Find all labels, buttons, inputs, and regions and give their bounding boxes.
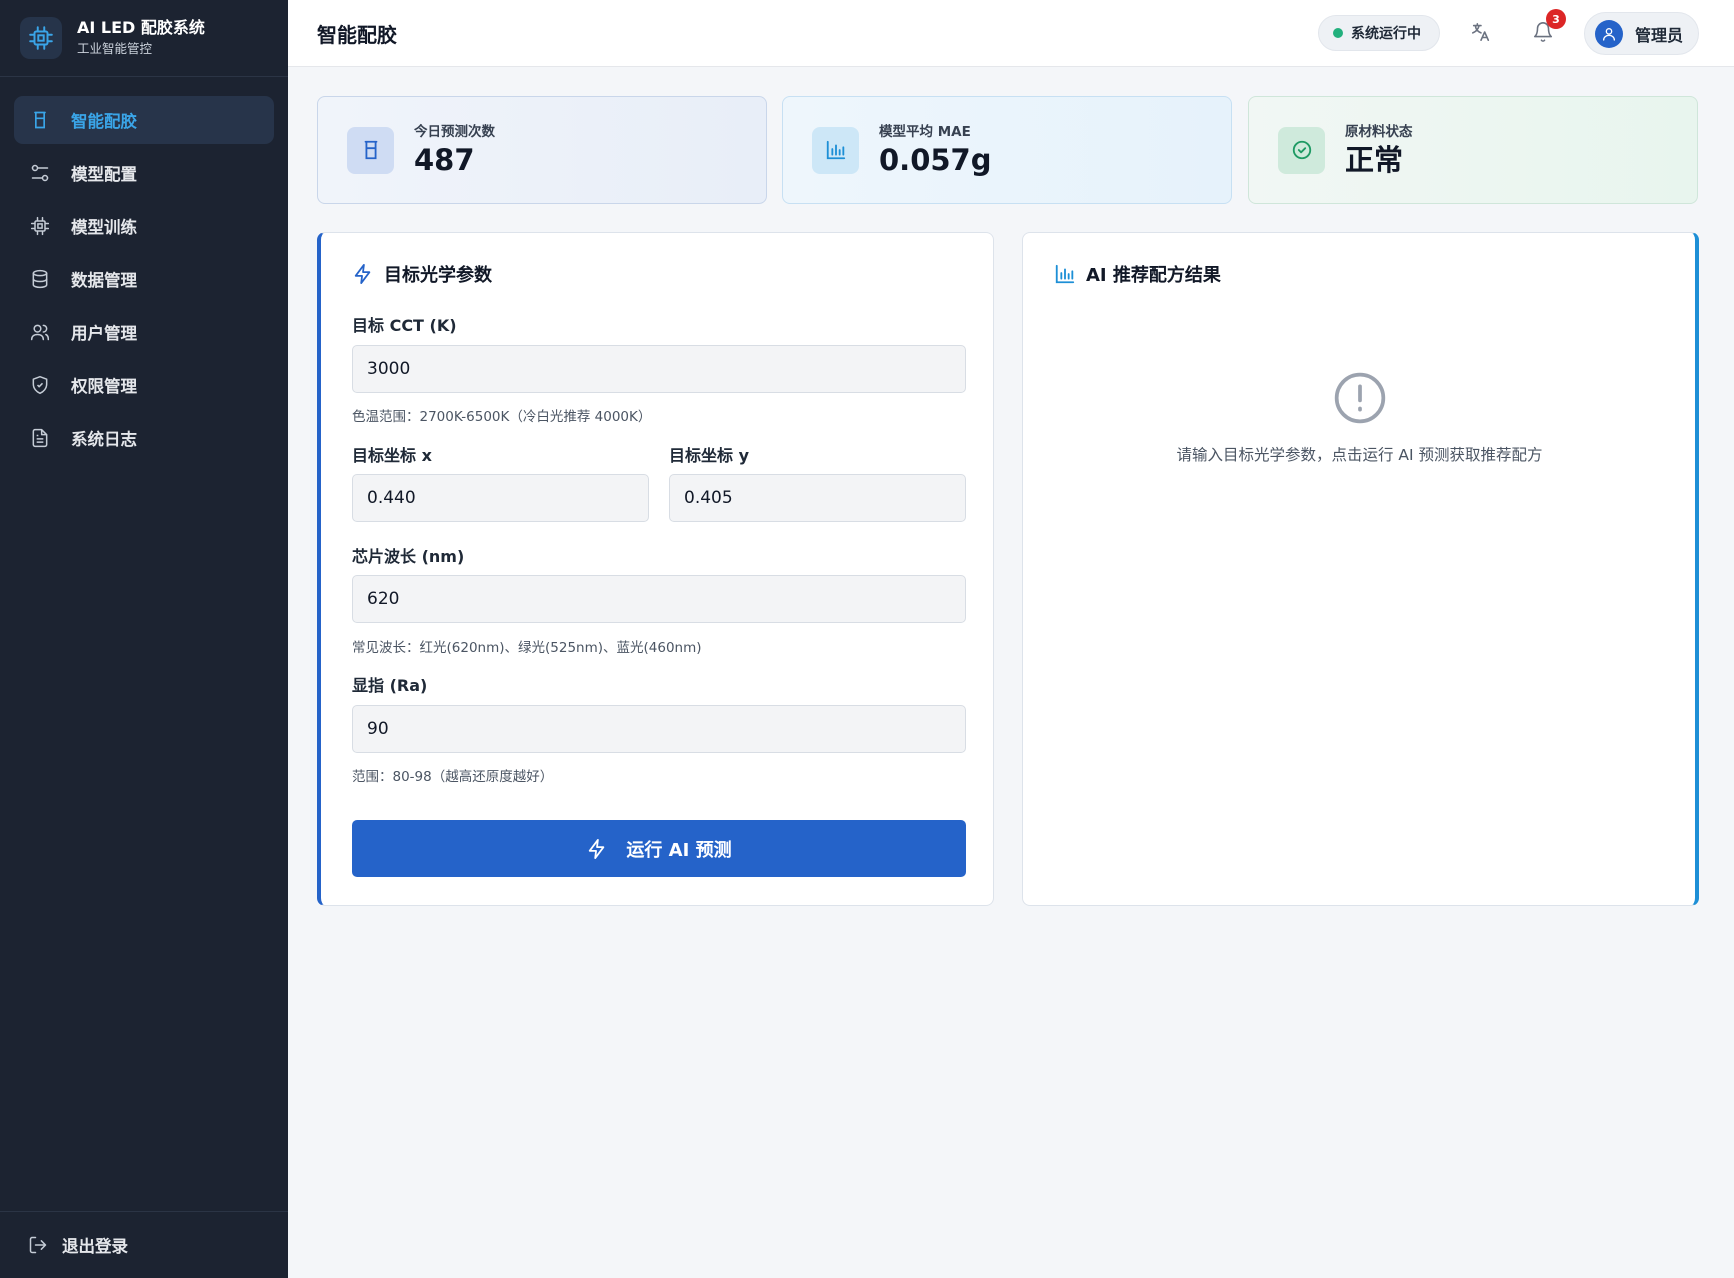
wavelength-label: 芯片波长 (nm): [352, 547, 465, 566]
cct-label: 目标 CCT (K): [352, 316, 457, 335]
sliders-icon: [29, 162, 51, 184]
sidebar: AI LED 配胶系统 工业智能管控 智能配胶 模型配置 模型训练 数据管理 用…: [0, 0, 288, 1278]
stat-value: 487: [414, 142, 475, 177]
sidebar-item-system-log[interactable]: 系统日志: [14, 414, 274, 462]
cct-hint: 色温范围：2700K-6500K（冷白光推荐 4000K）: [352, 409, 652, 425]
panel-title: AI 推荐配方结果: [1054, 261, 1221, 287]
beaker-icon: [29, 109, 51, 131]
optical-params-panel: 目标光学参数 目标 CCT (K) 色温范围：2700K-6500K（冷白光推荐…: [317, 232, 994, 906]
wavelength-hint: 常见波长：红光(620nm)、绿光(525nm)、蓝光(460nm): [352, 640, 702, 656]
ra-input[interactable]: [352, 705, 966, 753]
sidebar-item-smart-dispensing[interactable]: 智能配胶: [14, 96, 274, 144]
file-text-icon: [29, 427, 51, 449]
logout-label: 退出登录: [62, 1237, 128, 1256]
sidebar-item-label: 模型配置: [71, 165, 137, 184]
panel-title: 目标光学参数: [352, 261, 492, 287]
stat-value: 正常: [1345, 142, 1404, 177]
stat-label: 原材料状态: [1345, 123, 1413, 140]
brand-title: AI LED 配胶系统: [77, 18, 205, 37]
sidebar-item-label: 系统日志: [71, 430, 137, 449]
run-ai-prediction-button[interactable]: 运行 AI 预测: [352, 820, 966, 877]
run-button-label: 运行 AI 预测: [626, 839, 732, 861]
logout-icon: [28, 1235, 48, 1255]
brand: AI LED 配胶系统 工业智能管控: [0, 0, 288, 77]
ra-label: 显指 (Ra): [352, 676, 428, 695]
stat-label: 模型平均 MAE: [879, 123, 971, 140]
database-icon: [29, 268, 51, 290]
sidebar-item-permission-management[interactable]: 权限管理: [14, 361, 274, 409]
cct-input[interactable]: [352, 345, 966, 393]
user-avatar-icon: [1595, 19, 1623, 48]
sidebar-item-label: 用户管理: [71, 324, 137, 343]
alert-circle-icon: [1332, 370, 1388, 426]
coord-x-label: 目标坐标 x: [352, 446, 432, 465]
sidebar-item-label: 权限管理: [71, 377, 137, 396]
sidebar-item-label: 智能配胶: [71, 112, 137, 131]
panel-title-text: 目标光学参数: [384, 265, 492, 286]
sidebar-item-label: 模型训练: [71, 218, 137, 237]
lightning-icon: [352, 263, 374, 285]
notification-badge: 3: [1546, 9, 1566, 29]
beaker-icon: [347, 126, 394, 174]
stat-card-mae: 模型平均 MAE 0.057g: [782, 96, 1232, 204]
system-status-badge: 系统运行中: [1318, 15, 1440, 51]
shield-icon: [29, 374, 51, 396]
bar-chart-icon: [812, 126, 859, 174]
status-text: 系统运行中: [1351, 26, 1421, 42]
user-name: 管理员: [1635, 25, 1684, 45]
sidebar-item-data-management[interactable]: 数据管理: [14, 255, 274, 303]
top-header: 智能配胶 系统运行中 3 管理员: [288, 0, 1734, 67]
check-circle-icon: [1278, 126, 1325, 174]
users-icon: [29, 321, 51, 343]
ra-hint: 范围：80-98（越高还原度越好）: [352, 769, 554, 785]
user-menu[interactable]: 管理员: [1584, 12, 1699, 55]
sidebar-item-model-config[interactable]: 模型配置: [14, 149, 274, 197]
coord-y-input[interactable]: [669, 474, 966, 522]
wavelength-input[interactable]: [352, 575, 966, 623]
sidebar-item-user-management[interactable]: 用户管理: [14, 308, 274, 356]
stat-label: 今日预测次数: [414, 123, 495, 140]
cpu-icon: [29, 215, 51, 237]
lightning-icon: [586, 838, 608, 860]
empty-state-message: 请输入目标光学参数，点击运行 AI 预测获取推荐配方: [1176, 446, 1543, 464]
page-title: 智能配胶: [317, 22, 397, 47]
panel-title-text: AI 推荐配方结果: [1086, 265, 1221, 286]
cpu-icon: [20, 17, 62, 59]
sidebar-nav: 智能配胶 模型配置 模型训练 数据管理 用户管理 权限管理 系统日志: [0, 77, 288, 462]
sidebar-item-model-training[interactable]: 模型训练: [14, 202, 274, 250]
translate-icon[interactable]: [1470, 21, 1494, 45]
bar-chart-icon: [1054, 263, 1076, 285]
brand-subtitle: 工业智能管控: [77, 41, 153, 56]
status-dot: [1333, 28, 1343, 38]
stat-value: 0.057g: [879, 142, 992, 177]
stat-card-material-status: 原材料状态 正常: [1248, 96, 1698, 204]
logout-button[interactable]: 退出登录: [0, 1211, 288, 1278]
coord-x-input[interactable]: [352, 474, 649, 522]
recommendation-result-panel: AI 推荐配方结果 请输入目标光学参数，点击运行 AI 预测获取推荐配方: [1022, 232, 1699, 906]
sidebar-item-label: 数据管理: [71, 271, 137, 290]
stat-card-predictions: 今日预测次数 487: [317, 96, 767, 204]
coord-y-label: 目标坐标 y: [669, 446, 750, 465]
